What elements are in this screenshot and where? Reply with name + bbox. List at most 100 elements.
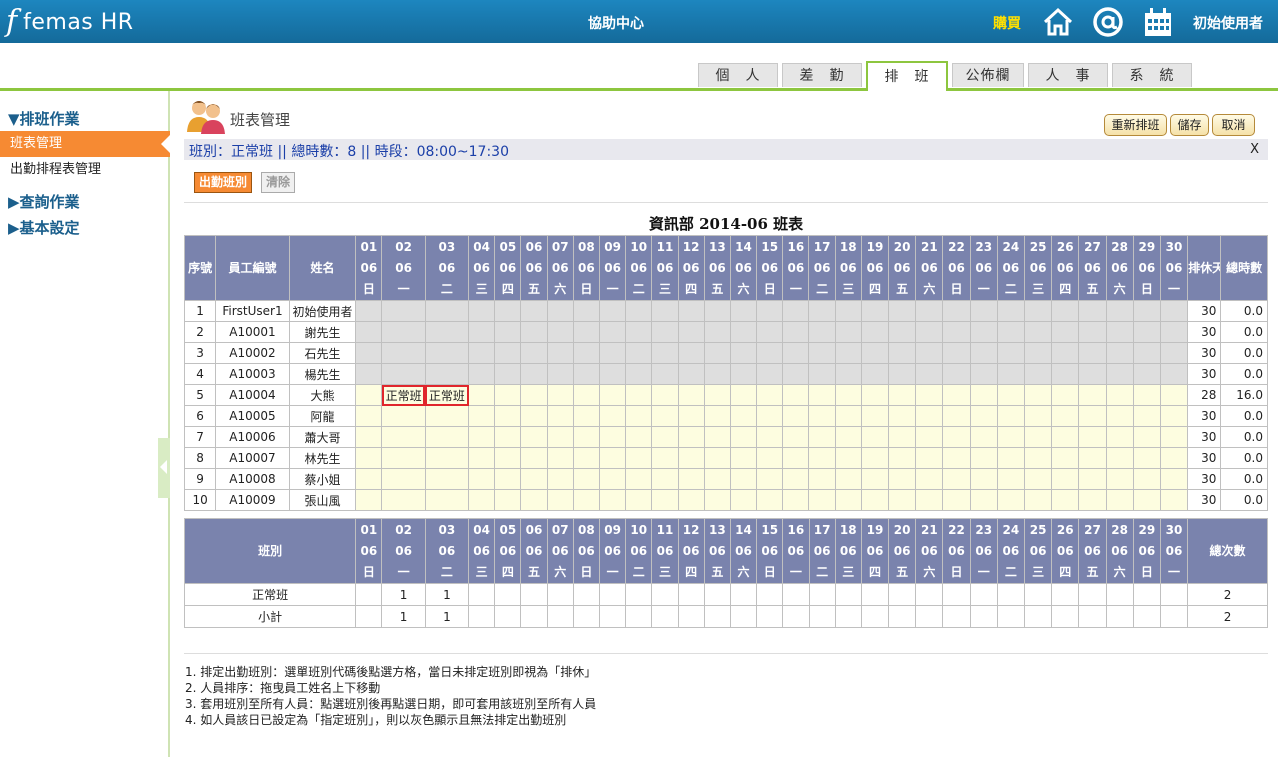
schedule-cell[interactable]	[729, 447, 758, 469]
header-day-18[interactable]: 18 06 三	[834, 235, 862, 301]
schedule-cell[interactable]	[808, 468, 836, 490]
schedule-cell[interactable]	[756, 489, 784, 511]
schedule-cell[interactable]	[703, 468, 731, 490]
schedule-cell[interactable]	[808, 489, 836, 511]
header-day-27[interactable]: 27 06 五	[1078, 235, 1107, 301]
clear-button[interactable]: 清除	[261, 172, 296, 193]
schedule-cell[interactable]	[782, 447, 810, 469]
header-day-03[interactable]: 03 06 二	[424, 235, 470, 301]
schedule-cell[interactable]	[1132, 426, 1161, 448]
schedule-cell[interactable]	[996, 447, 1025, 469]
schedule-cell[interactable]: 正常班	[381, 384, 426, 406]
schedule-cell[interactable]	[915, 384, 944, 406]
schedule-cell[interactable]	[546, 489, 574, 511]
tab-bulletin[interactable]: 公佈欄	[952, 63, 1024, 87]
header-day-15[interactable]: 15 06 日	[756, 235, 784, 301]
schedule-cell[interactable]	[572, 384, 600, 406]
schedule-cell[interactable]	[703, 447, 731, 469]
schedule-cell[interactable]	[808, 426, 836, 448]
tab-attendance[interactable]: 差 勤	[782, 63, 862, 87]
schedule-cell[interactable]	[888, 384, 917, 406]
at-icon[interactable]	[1092, 6, 1124, 38]
schedule-cell[interactable]	[1078, 384, 1107, 406]
header-day-14[interactable]: 14 06 六	[729, 235, 758, 301]
row-name[interactable]: 楊先生	[288, 363, 357, 385]
schedule-cell[interactable]	[1078, 468, 1107, 490]
schedule-cell[interactable]	[860, 489, 890, 511]
schedule-cell[interactable]	[1023, 468, 1053, 490]
schedule-cell[interactable]	[888, 489, 917, 511]
row-name[interactable]: 石先生	[288, 342, 357, 364]
schedule-cell[interactable]	[729, 468, 758, 490]
schedule-cell[interactable]	[756, 468, 784, 490]
schedule-cell[interactable]	[756, 384, 784, 406]
schedule-cell[interactable]	[860, 447, 890, 469]
table-row[interactable]: 8 A10007 林先生 30 0.0	[183, 447, 1268, 469]
header-day-11[interactable]: 11 06 三	[651, 235, 679, 301]
schedule-cell[interactable]	[381, 426, 426, 448]
header-day-12[interactable]: 12 06 四	[677, 235, 705, 301]
schedule-cell[interactable]	[520, 426, 548, 448]
schedule-cell[interactable]	[915, 426, 944, 448]
schedule-cell[interactable]	[756, 447, 784, 469]
schedule-cell[interactable]	[424, 405, 470, 427]
header-day-07[interactable]: 07 06 六	[546, 235, 574, 301]
schedule-cell[interactable]	[625, 447, 653, 469]
table-row[interactable]: 6 A10005 阿龍 30 0.0	[183, 405, 1268, 427]
schedule-cell[interactable]	[996, 468, 1025, 490]
schedule-cell[interactable]	[572, 405, 600, 427]
schedule-cell[interactable]	[782, 426, 810, 448]
schedule-cell[interactable]	[381, 489, 426, 511]
schedule-cell[interactable]	[860, 468, 890, 490]
header-day-01[interactable]: 01 06 日	[355, 235, 383, 301]
femas-logo[interactable]: f femas HR	[6, 4, 134, 40]
schedule-cell[interactable]	[494, 489, 522, 511]
help-center-link[interactable]: 協助中心	[588, 13, 644, 33]
schedule-cell[interactable]	[651, 468, 679, 490]
header-day-09[interactable]: 09 06 一	[598, 235, 627, 301]
schedule-cell[interactable]	[942, 426, 971, 448]
schedule-cell[interactable]	[834, 405, 862, 427]
schedule-cell[interactable]	[888, 405, 917, 427]
schedule-cell[interactable]	[468, 447, 496, 469]
schedule-cell[interactable]	[703, 426, 731, 448]
schedule-cell[interactable]	[969, 447, 998, 469]
schedule-cell[interactable]	[424, 468, 470, 490]
schedule-cell[interactable]	[888, 468, 917, 490]
schedule-cell[interactable]	[355, 468, 383, 490]
schedule-cell[interactable]	[1023, 405, 1053, 427]
schedule-cell[interactable]	[834, 384, 862, 406]
schedule-cell[interactable]	[703, 405, 731, 427]
schedule-cell[interactable]	[424, 447, 470, 469]
row-name[interactable]: 蕭大哥	[288, 426, 357, 448]
header-day-20[interactable]: 20 06 五	[888, 235, 917, 301]
header-day-29[interactable]: 29 06 日	[1132, 235, 1161, 301]
schedule-cell[interactable]	[1105, 489, 1134, 511]
schedule-cell[interactable]	[1078, 489, 1107, 511]
schedule-cell[interactable]	[942, 447, 971, 469]
schedule-cell[interactable]	[520, 384, 548, 406]
schedule-cell[interactable]	[969, 468, 998, 490]
tab-personal[interactable]: 個 人	[698, 63, 778, 87]
schedule-cell[interactable]	[1159, 489, 1189, 511]
schedule-cell[interactable]	[424, 426, 470, 448]
schedule-cell[interactable]	[572, 447, 600, 469]
schedule-cell[interactable]	[651, 405, 679, 427]
schedule-cell[interactable]	[808, 405, 836, 427]
schedule-cell[interactable]	[1159, 447, 1189, 469]
sidebar-section-query[interactable]: ▶查詢作業	[8, 191, 80, 212]
schedule-cell[interactable]	[355, 405, 383, 427]
schedule-cell[interactable]	[494, 384, 522, 406]
schedule-cell[interactable]	[1159, 384, 1189, 406]
schedule-cell[interactable]	[355, 447, 383, 469]
row-name[interactable]: 阿龍	[288, 405, 357, 427]
schedule-cell[interactable]	[969, 384, 998, 406]
schedule-cell[interactable]	[1105, 426, 1134, 448]
schedule-cell[interactable]	[651, 489, 679, 511]
reschedule-button[interactable]: 重新排班	[1104, 114, 1167, 136]
schedule-cell[interactable]	[546, 447, 574, 469]
schedule-cell[interactable]	[834, 489, 862, 511]
schedule-cell[interactable]	[1051, 468, 1080, 490]
cancel-button[interactable]: 取消	[1212, 114, 1255, 136]
schedule-cell[interactable]	[424, 489, 470, 511]
